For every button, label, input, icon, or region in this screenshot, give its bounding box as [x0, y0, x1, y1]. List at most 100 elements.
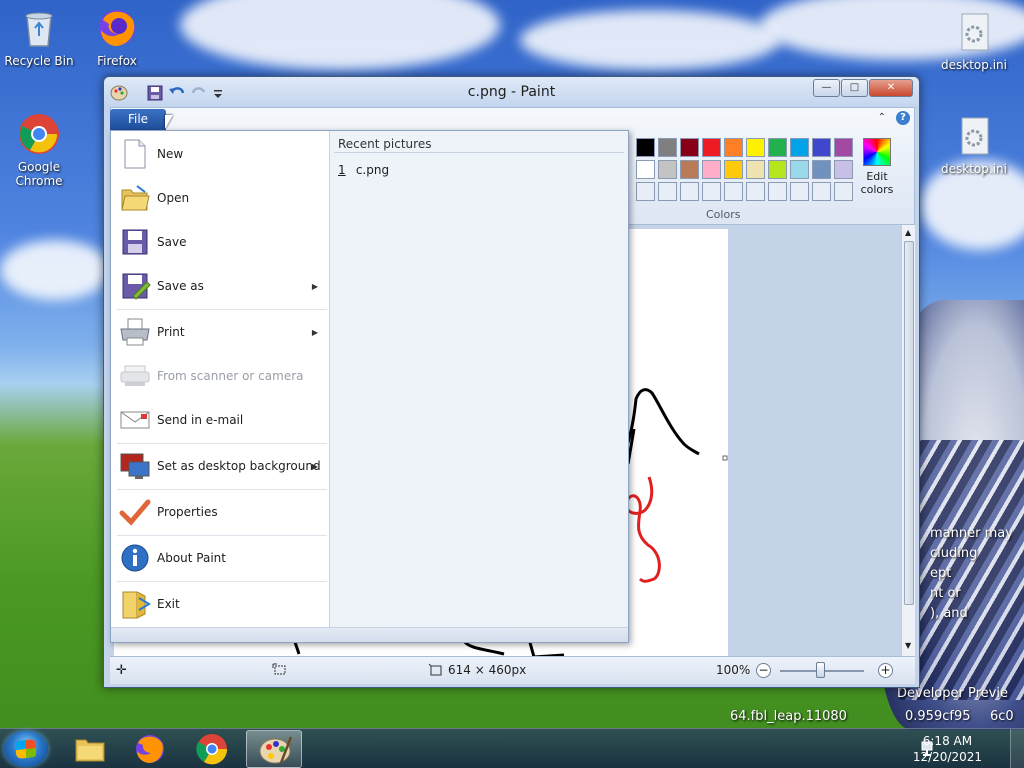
- clock-time: 6:18 AM: [922, 734, 973, 748]
- minimize-ribbon-icon[interactable]: ⌃: [878, 112, 886, 123]
- menu-item-open[interactable]: Open: [111, 176, 328, 220]
- custom-color-slot[interactable]: [812, 182, 831, 201]
- new-file-icon: [119, 138, 151, 170]
- clock-date: 12/20/2021: [912, 750, 982, 764]
- color-swatch[interactable]: [812, 138, 831, 157]
- save-as-icon: [119, 270, 151, 302]
- color-swatch[interactable]: [636, 160, 655, 179]
- menu-item-label: Exit: [157, 597, 180, 611]
- color-swatch[interactable]: [790, 160, 809, 179]
- desktop-background-icon: [119, 450, 151, 482]
- taskbar: 6:18 AM 12/20/2021: [0, 728, 1024, 768]
- menu-item-new[interactable]: New: [111, 132, 328, 176]
- custom-color-slot[interactable]: [724, 182, 743, 201]
- desktop-icon-recycle-bin[interactable]: Recycle Bin: [1, 6, 77, 68]
- scrollbar-thumb[interactable]: [904, 241, 914, 605]
- color-swatch[interactable]: [636, 138, 655, 157]
- recent-pictures-panel: Recent pictures 1 c.png: [329, 131, 628, 627]
- watermark-text: 6c0: [990, 709, 1014, 724]
- zoom-out-button[interactable]: −: [756, 663, 771, 678]
- desktop-icon-firefox[interactable]: Firefox: [79, 6, 155, 68]
- color-swatch[interactable]: [702, 138, 721, 157]
- color-swatch[interactable]: [746, 138, 765, 157]
- color-swatch[interactable]: [680, 138, 699, 157]
- menu-item-properties[interactable]: Properties: [111, 490, 328, 534]
- desktop-icon-google-chrome[interactable]: Google Chrome: [1, 112, 77, 188]
- start-button[interactable]: [4, 731, 48, 767]
- custom-color-slot[interactable]: [636, 182, 655, 201]
- desktop-icon-desktop-ini[interactable]: desktop.ini: [936, 114, 1012, 176]
- color-swatch[interactable]: [768, 160, 787, 179]
- menu-item-from-scanner[interactable]: From scanner or camera: [111, 354, 328, 398]
- recent-divider: [334, 152, 624, 153]
- cloud: [520, 10, 780, 70]
- desktop-icon-label: desktop.ini: [941, 58, 1007, 72]
- menu-item-label: New: [157, 147, 184, 161]
- taskbar-paint[interactable]: [246, 730, 302, 768]
- desktop-icon-label: Google Chrome: [15, 160, 63, 188]
- edit-colors-button[interactable]: Edit colors: [856, 138, 898, 196]
- menu-item-set-desktop-background[interactable]: Set as desktop background ▶: [111, 444, 328, 488]
- status-bar: ✛ 614 × 460px 100% − +: [110, 656, 915, 684]
- taskbar-explorer[interactable]: [62, 730, 118, 768]
- custom-color-slot[interactable]: [834, 182, 853, 201]
- edit-colors-label: Edit colors: [860, 170, 894, 196]
- custom-color-slot[interactable]: [768, 182, 787, 201]
- color-swatch[interactable]: [724, 160, 743, 179]
- color-swatch[interactable]: [658, 138, 677, 157]
- zoom-slider-thumb[interactable]: [816, 662, 825, 678]
- scroll-down-icon[interactable]: ▼: [905, 641, 911, 650]
- selection-size-icon: [272, 663, 288, 680]
- color-swatch[interactable]: [768, 138, 787, 157]
- title-bar[interactable]: c.png - Paint — □ ✕: [104, 77, 919, 107]
- menu-item-exit[interactable]: Exit: [111, 582, 328, 626]
- custom-color-slot[interactable]: [790, 182, 809, 201]
- paint-palette-icon: [259, 736, 293, 764]
- color-swatch[interactable]: [702, 160, 721, 179]
- scroll-up-icon[interactable]: ▲: [905, 228, 911, 237]
- color-swatch[interactable]: [724, 138, 743, 157]
- windows-logo-icon: [16, 738, 36, 760]
- menu-item-about-paint[interactable]: About Paint: [111, 536, 328, 580]
- color-swatch[interactable]: [790, 138, 809, 157]
- color-swatch[interactable]: [746, 160, 765, 179]
- menu-item-label: Properties: [157, 505, 218, 519]
- file-menu: New Open Save Save as ▶ Print ▶ From sca…: [110, 130, 629, 643]
- color-swatch[interactable]: [680, 160, 699, 179]
- custom-color-slot[interactable]: [658, 182, 677, 201]
- watermark-text: nt or: [930, 586, 961, 601]
- system-clock[interactable]: 6:18 AM 12/20/2021: [913, 733, 982, 765]
- recent-item[interactable]: 1 c.png: [338, 163, 389, 177]
- menu-item-send-email[interactable]: Send in e-mail: [111, 398, 328, 442]
- color-swatch[interactable]: [658, 160, 677, 179]
- vertical-scrollbar[interactable]: ▲ ▼: [901, 225, 915, 656]
- save-icon: [119, 226, 151, 258]
- maximize-button[interactable]: □: [841, 79, 868, 97]
- watermark-text: Developer Previe: [897, 686, 1008, 701]
- submenu-arrow-icon: ▶: [311, 327, 318, 337]
- settings-file-icon: [952, 10, 996, 54]
- menu-item-save[interactable]: Save: [111, 220, 328, 264]
- watermark-text: manner may: [930, 526, 1013, 541]
- minimize-button[interactable]: —: [813, 79, 840, 97]
- watermark-text: ept: [930, 566, 952, 581]
- help-icon[interactable]: ?: [896, 111, 910, 125]
- show-desktop-button[interactable]: [1010, 729, 1024, 768]
- color-swatch[interactable]: [834, 138, 853, 157]
- file-tab[interactable]: File: [110, 109, 166, 130]
- color-swatch[interactable]: [812, 160, 831, 179]
- menu-item-label: About Paint: [157, 551, 226, 565]
- custom-color-slot[interactable]: [702, 182, 721, 201]
- custom-color-slot[interactable]: [680, 182, 699, 201]
- desktop-icon-desktop-ini[interactable]: desktop.ini: [936, 10, 1012, 72]
- taskbar-chrome[interactable]: [184, 730, 240, 768]
- custom-color-slot[interactable]: [746, 182, 765, 201]
- menu-item-print[interactable]: Print ▶: [111, 310, 328, 354]
- color-swatch[interactable]: [834, 160, 853, 179]
- taskbar-firefox[interactable]: [122, 730, 178, 768]
- zoom-in-button[interactable]: +: [878, 663, 893, 678]
- menu-item-save-as[interactable]: Save as ▶: [111, 264, 328, 308]
- email-icon: [119, 404, 151, 436]
- close-button[interactable]: ✕: [869, 79, 913, 97]
- window-controls: — □ ✕: [813, 79, 913, 97]
